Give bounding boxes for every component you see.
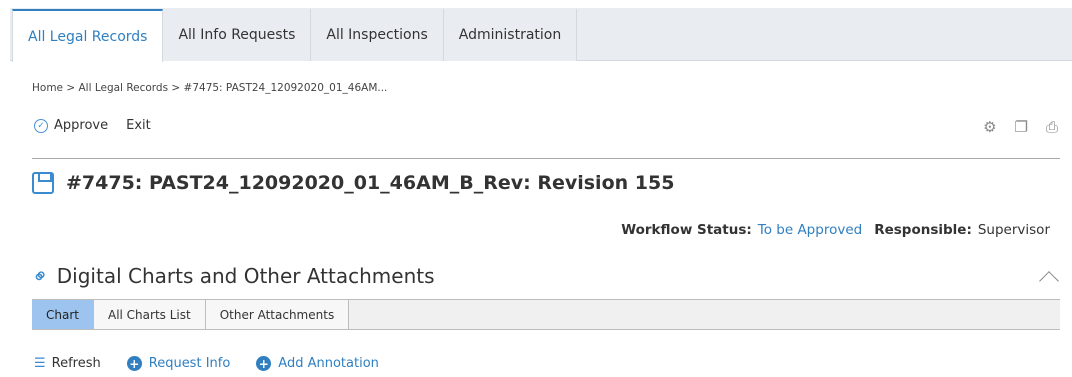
refresh-button[interactable]: ☰ Refresh [34,356,101,371]
chart-actions: ☰ Refresh + Request Info + Add Annotatio… [34,356,379,371]
section-title: ⚭ Digital Charts and Other Attachments [26,262,435,291]
approve-label: Approve [54,118,109,133]
tab-chart[interactable]: Chart [32,300,94,329]
record-title-text: #7475: PAST24_12092020_01_46AM_B_Rev: Re… [66,172,675,194]
tab-all-legal-records[interactable]: All Legal Records [12,9,164,62]
record-toolbar: ✓ Approve Exit [34,118,151,133]
refresh-label: Refresh [51,356,101,371]
gear-icon[interactable]: ⚙ [983,118,996,136]
tab-other-attachments[interactable]: Other Attachments [205,300,350,329]
print-icon[interactable]: ⎙ [1046,118,1058,136]
chevron-up-icon[interactable] [1039,271,1059,291]
main-tabs: All Legal Records All Info Requests All … [12,9,578,62]
approve-button[interactable]: ✓ Approve [34,118,108,133]
tab-all-info-requests[interactable]: All Info Requests [163,9,312,61]
popout-icon[interactable]: ❐ [1015,118,1028,136]
responsible-label: Responsible: [874,222,972,238]
add-annotation-button[interactable]: + Add Annotation [256,356,379,371]
tab-all-inspections[interactable]: All Inspections [311,9,444,61]
request-info-label: Request Info [148,356,231,371]
save-icon [32,172,54,194]
breadcrumb[interactable]: Home > All Legal Records > #7475: PAST24… [32,82,387,94]
attachment-tabs: Chart All Charts List Other Attachments [32,299,1060,330]
workflow-status-label: Workflow Status: [621,222,752,238]
divider [32,158,1060,159]
workflow-status: Workflow Status: To be Approved Responsi… [621,222,1050,238]
tab-administration[interactable]: Administration [443,9,578,61]
page-title: #7475: PAST24_12092020_01_46AM_B_Rev: Re… [32,172,674,194]
link-icon: ⚭ [25,261,55,291]
top-navigation: All Legal Records All Info Requests All … [0,0,1072,62]
list-icon: ☰ [34,356,46,371]
tab-all-charts-list[interactable]: All Charts List [93,300,206,329]
responsible-value: Supervisor [977,222,1050,238]
workflow-status-link[interactable]: To be Approved [758,222,862,238]
add-annotation-label: Add Annotation [278,356,379,371]
exit-button[interactable]: Exit [126,118,151,133]
section-title-text: Digital Charts and Other Attachments [56,264,435,288]
plus-circle-icon: + [256,356,272,371]
request-info-button[interactable]: + Request Info [126,356,231,371]
check-circle-icon: ✓ [34,118,48,133]
plus-circle-icon: + [126,356,142,371]
toolbar-icons: ⚙ ❐ ⎙ [983,118,1058,136]
